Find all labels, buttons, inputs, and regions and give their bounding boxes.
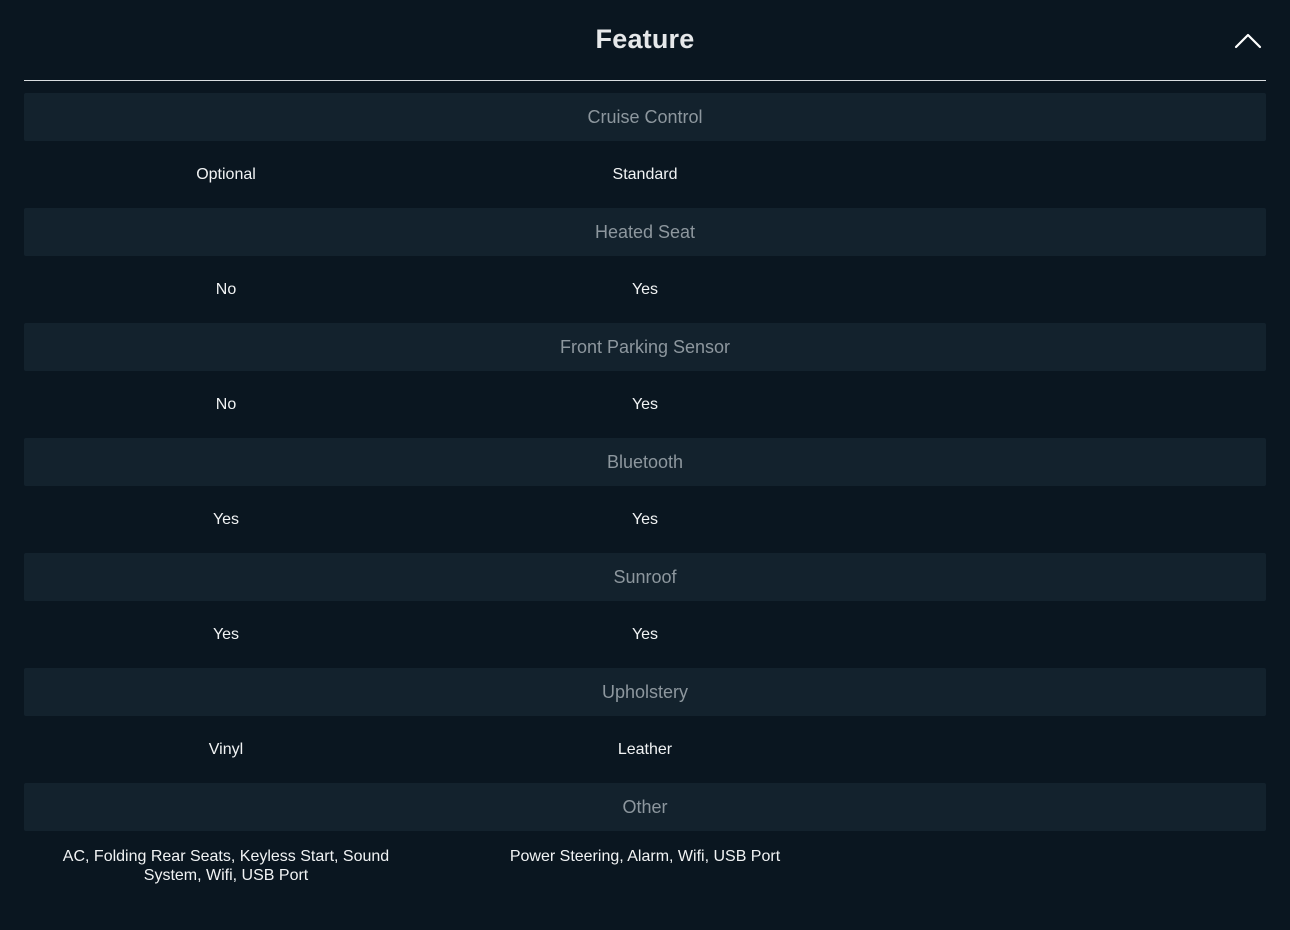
value-vehicle-2: Power Steering, Alarm, Wifi, USB Port [509,848,781,865]
feature-values-row: No Yes [24,256,1266,323]
value-vehicle-2: Leather [617,741,673,758]
value-vehicle-2: Yes [631,281,659,298]
value-vehicle-2: Standard [612,166,678,183]
feature-values-row: Optional Standard [24,141,1266,208]
value-vehicle-1: Vinyl [208,741,244,758]
feature-values-row: Vinyl Leather [24,716,1266,783]
value-vehicle-1: Yes [212,511,240,528]
feature-label-front-parking-sensor: Front Parking Sensor [24,323,1266,371]
feature-label-upholstery: Upholstery [24,668,1266,716]
collapse-button[interactable] [1230,22,1266,58]
feature-label-heated-seat: Heated Seat [24,208,1266,256]
feature-label-sunroof: Sunroof [24,553,1266,601]
feature-values-row: AC, Folding Rear Seats, Keyless Start, S… [24,831,1266,921]
value-vehicle-2: Yes [631,626,659,643]
feature-values-row: Yes Yes [24,601,1266,668]
feature-label-cruise-control: Cruise Control [24,93,1266,141]
value-vehicle-1: Optional [196,166,256,183]
feature-values-row: No Yes [24,371,1266,438]
value-vehicle-1: AC, Folding Rear Seats, Keyless Start, S… [62,848,390,884]
feature-values-row: Yes Yes [24,486,1266,553]
value-vehicle-2: Yes [631,511,659,528]
value-vehicle-1: No [215,396,237,413]
feature-rows: Cruise Control Optional Standard Heated … [24,93,1266,921]
feature-panel: Feature Cruise Control Optional Standard… [0,0,1290,930]
value-vehicle-2: Yes [631,396,659,413]
chevron-up-icon [1234,33,1262,49]
feature-label-bluetooth: Bluetooth [24,438,1266,486]
value-vehicle-1: Yes [212,626,240,643]
section-title: Feature [595,23,695,54]
value-vehicle-1: No [215,281,237,298]
feature-label-other: Other [24,783,1266,831]
feature-header: Feature [24,0,1266,81]
